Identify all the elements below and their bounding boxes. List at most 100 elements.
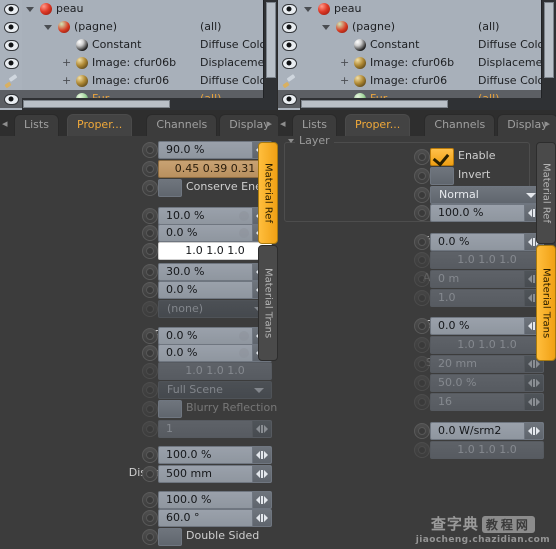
property-control[interactable]: 0.0 W/srm2 [414, 422, 544, 440]
property-control[interactable]: 1 [142, 420, 272, 438]
connector-icon[interactable] [142, 264, 158, 280]
twirl-down-icon[interactable] [304, 7, 312, 12]
eye-icon[interactable] [278, 18, 300, 36]
property-control[interactable]: 0 m [414, 270, 544, 288]
value-field-transparent-color[interactable]: 1.0 1.0 1.0 [430, 251, 544, 269]
tree-vscrollbar-left[interactable] [263, 0, 278, 110]
tree-row[interactable]: (pagne) (all) [300, 18, 542, 36]
dropdown-blend-mode[interactable]: Normal [430, 186, 544, 204]
checkbox-invert[interactable] [430, 167, 454, 185]
connector-icon[interactable] [142, 301, 158, 317]
shader-tree-rows-left[interactable]: peau (pagne) (all) Constant Diffuse Color + Im… [22, 0, 276, 108]
eye-icon[interactable] [0, 90, 22, 108]
tree-row[interactable]: peau [300, 0, 542, 18]
connector-icon[interactable] [142, 447, 158, 463]
connector-icon[interactable] [142, 466, 158, 482]
property-control[interactable]: 1.0 1.0 1.0 [414, 336, 544, 354]
eye-icon[interactable] [278, 54, 300, 72]
connector-icon[interactable] [414, 149, 430, 165]
connector-icon[interactable] [142, 328, 158, 344]
property-control[interactable]: 1.0 [414, 289, 544, 307]
value-field-transparent-amount[interactable]: 0.0 % [430, 233, 544, 251]
connector-icon[interactable] [142, 363, 158, 379]
shader-tree-left[interactable]: peau (pagne) (all) Constant Diffuse Color + Im… [0, 0, 278, 110]
property-control[interactable]: 0.0 % [414, 317, 544, 335]
eye-icon[interactable] [0, 36, 22, 54]
dropdown-uv-map[interactable]: (none) [158, 300, 272, 318]
expand-plus-icon[interactable]: + [62, 54, 71, 72]
connector-icon[interactable] [414, 337, 430, 353]
connector-icon[interactable] [414, 205, 430, 221]
tree-row[interactable]: peau [22, 0, 264, 18]
property-control[interactable]: 1.0 1.0 1.0 [414, 441, 544, 459]
eye-icon[interactable] [0, 0, 22, 18]
connector-icon[interactable] [142, 492, 158, 508]
expand-plus-icon[interactable]: + [340, 72, 349, 90]
twirl-down-icon[interactable] [26, 7, 34, 12]
checkbox-blurry-reflection[interactable] [158, 400, 182, 418]
connector-icon[interactable] [414, 442, 430, 458]
vtab-material-trans[interactable]: Material Trans [536, 245, 556, 361]
layer-group-twirl-icon[interactable] [288, 139, 294, 143]
value-field-subsurface-amount[interactable]: 0.0 % [430, 317, 544, 335]
value-field-front-weighting[interactable]: 50.0 % [430, 374, 544, 392]
envelope-dot-icon[interactable] [239, 228, 249, 238]
value-field-refractive-index[interactable]: 1.0 [430, 289, 544, 307]
vtab-material-ref[interactable]: Material Ref [258, 142, 278, 244]
connector-icon[interactable] [142, 161, 158, 177]
expand-plus-icon[interactable]: + [62, 72, 71, 90]
connector-icon[interactable] [414, 394, 430, 410]
tree-hscroll-thumb-right[interactable] [301, 100, 449, 108]
envelope-dot-icon[interactable] [239, 331, 249, 341]
checkbox-conserve-energy[interactable] [158, 179, 182, 197]
property-control[interactable]: 0.0 % [142, 281, 272, 299]
connector-icon[interactable] [414, 187, 430, 203]
shader-tree-rows-right[interactable]: peau (pagne) (all) Constant Diffuse Color + Im… [300, 0, 554, 108]
connector-icon[interactable] [414, 290, 430, 306]
connector-icon[interactable] [414, 234, 430, 250]
shader-tree-right[interactable]: peau (pagne) (all) Constant Diffuse Color + Im… [278, 0, 556, 110]
twirl-down-icon[interactable] [44, 25, 52, 30]
value-field-reflection-rays[interactable]: 1 [158, 420, 272, 438]
property-control[interactable]: 100.0 % [414, 204, 544, 222]
checkbox-enable[interactable] [430, 148, 454, 167]
value-field-fresnel[interactable]: 0.0 % [158, 224, 272, 242]
brush-icon[interactable] [0, 72, 22, 90]
value-field-reflection-color[interactable]: 1.0 1.0 1.0 [158, 362, 272, 380]
connector-icon[interactable] [414, 168, 430, 184]
connector-icon[interactable] [414, 318, 430, 334]
property-control[interactable]: 100.0 % [142, 446, 272, 464]
value-field-samples[interactable]: 16 [430, 393, 544, 411]
value-field-diffuse-color[interactable]: 0.45 0.39 0.31 [158, 160, 272, 178]
connector-icon[interactable] [414, 375, 430, 391]
value-field-subsurface-color[interactable]: 1.0 1.0 1.0 [430, 336, 544, 354]
tabbar-scroll-left-icon[interactable]: ◂ [2, 117, 8, 130]
value-field-luminous-intensity[interactable]: 0.0 W/srm2 [430, 422, 544, 440]
tabbar-scroll-right-icon[interactable]: ▸ [266, 117, 272, 130]
tree-row[interactable]: Constant Diffuse Color [300, 36, 549, 54]
dropdown-reflection-type[interactable]: Full Scene [158, 381, 272, 399]
tree-hscrollbar-left[interactable] [22, 98, 264, 110]
connector-icon[interactable] [414, 423, 430, 439]
tree-row[interactable]: + Image: cfur06b Displacement [22, 54, 276, 72]
property-control[interactable]: 20 mm [414, 355, 544, 373]
connector-icon[interactable] [142, 208, 158, 224]
envelope-dot-icon[interactable] [239, 211, 249, 221]
property-control[interactable]: (none) [142, 300, 272, 318]
visibility-column-right[interactable] [278, 0, 301, 110]
tab-lists[interactable]: Lists [14, 114, 59, 136]
value-field-luminous-color[interactable]: 1.0 1.0 1.0 [430, 441, 544, 459]
property-control[interactable]: 30.0 % [142, 263, 272, 281]
tab-lists[interactable]: Lists [292, 114, 337, 136]
connector-icon[interactable] [142, 243, 158, 259]
connector-icon[interactable] [414, 271, 430, 287]
value-field-specular-amount[interactable]: 10.0 % [158, 207, 272, 225]
value-field-scattering-distance[interactable]: 20 mm [430, 355, 544, 373]
connector-icon[interactable] [142, 401, 158, 417]
connector-icon[interactable] [414, 356, 430, 372]
tree-row[interactable]: (pagne) (all) [22, 18, 264, 36]
eye-icon[interactable] [0, 54, 22, 72]
tabbar-left[interactable]: ◂ListsProper...ChannelsDisplay+▸ [0, 110, 278, 136]
property-control[interactable]: 10.0 % [142, 207, 272, 225]
tree-hscrollbar-right[interactable] [300, 98, 542, 110]
